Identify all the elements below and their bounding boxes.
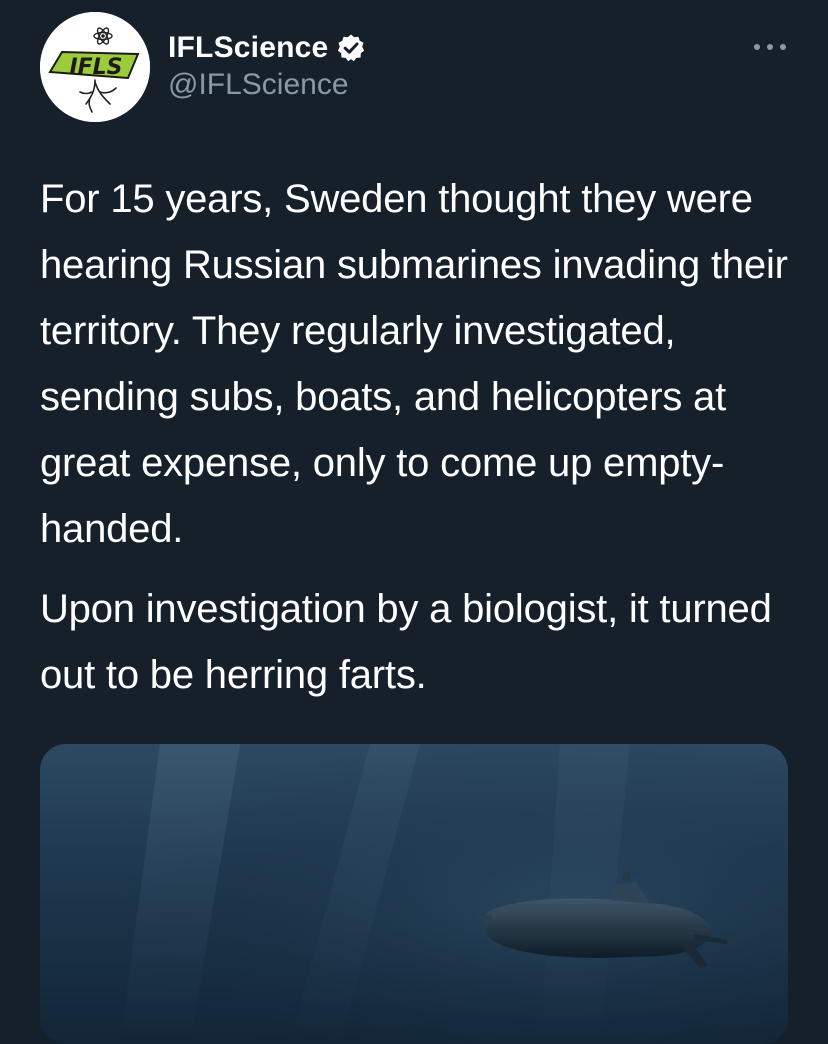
tweet-text: For 15 years, Sweden thought they were h… [40,166,810,708]
author-name-row: IFLScience [168,28,366,68]
svg-text:IFLS: IFLS [69,55,122,80]
tweet-paragraph: Upon investigation by a biologist, it tu… [40,587,772,697]
verified-badge-icon [336,33,366,63]
tweet-media-image[interactable] [40,744,788,1044]
ifls-logo-icon: IFLS [40,12,150,122]
submarine-image [40,744,788,1044]
more-options-button[interactable] [748,32,792,62]
tweet: IFLS IFLScience @IFLScience For 15 years… [0,0,828,1044]
author-handle[interactable]: @IFLScience [168,68,349,102]
more-options-icon [754,44,786,50]
tweet-paragraph: For 15 years, Sweden thought they were h… [40,177,788,551]
author-avatar[interactable]: IFLS [40,12,150,122]
author-display-name[interactable]: IFLScience [168,31,328,65]
